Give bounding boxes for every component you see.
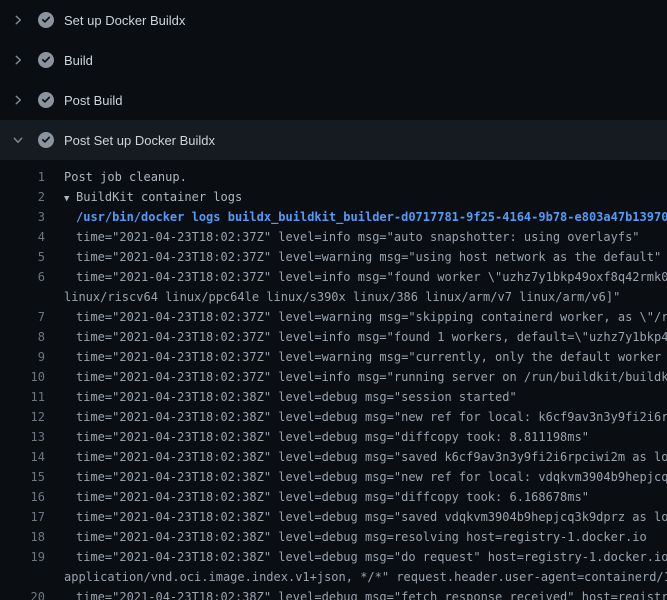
log-line: 16time="2021-04-23T18:02:38Z" level=debu… [0,487,667,507]
log-command-text: /usr/bin/docker logs buildx_buildkit_bui… [45,207,667,227]
line-number[interactable]: 8 [0,327,45,347]
log-text: time="2021-04-23T18:02:37Z" level=info m… [45,367,667,387]
log-line: 19time="2021-04-23T18:02:38Z" level=debu… [0,547,667,567]
check-circle-icon [38,52,54,68]
line-number[interactable]: 3 [0,207,45,227]
log-text: time="2021-04-23T18:02:37Z" level=info m… [45,267,667,287]
log-line: 6time="2021-04-23T18:02:37Z" level=info … [0,267,667,287]
log-text: time="2021-04-23T18:02:38Z" level=debug … [45,587,667,600]
log-line: 12time="2021-04-23T18:02:38Z" level=debu… [0,407,667,427]
log-line: 8time="2021-04-23T18:02:37Z" level=info … [0,327,667,347]
step-label: Post Build [64,93,123,108]
line-number[interactable]: 2 [0,187,45,207]
log-line: 1Post job cleanup. [0,167,667,187]
log-text: time="2021-04-23T18:02:38Z" level=debug … [45,427,589,447]
log-line: 14time="2021-04-23T18:02:38Z" level=debu… [0,447,667,467]
line-number[interactable]: 15 [0,467,45,487]
actions-log-viewer: Set up Docker Buildx Build Post Build Post … [0,0,667,600]
log-line: 18time="2021-04-23T18:02:38Z" level=debu… [0,527,667,547]
line-number[interactable]: 1 [0,167,45,187]
log-group-header[interactable]: ▼BuildKit container logs [45,187,242,207]
line-number[interactable]: 9 [0,347,45,367]
line-number [0,567,45,587]
log-line: 11time="2021-04-23T18:02:38Z" level=debu… [0,387,667,407]
log-text: application/vnd.oci.image.index.v1+json,… [45,567,667,587]
check-circle-icon [38,12,54,28]
log-line: 15time="2021-04-23T18:02:38Z" level=debu… [0,467,667,487]
log-text: time="2021-04-23T18:02:37Z" level=warnin… [45,247,661,267]
chevron-right-icon[interactable] [12,54,24,66]
step-label: Post Set up Docker Buildx [64,133,215,148]
step-header-post-set-up-docker-buildx[interactable]: Post Set up Docker Buildx [0,120,667,160]
log-text: time="2021-04-23T18:02:38Z" level=debug … [45,407,667,427]
log-text: time="2021-04-23T18:02:37Z" level=warnin… [45,347,667,367]
log-line: 3/usr/bin/docker logs buildx_buildkit_bu… [0,207,667,227]
line-number[interactable]: 7 [0,307,45,327]
log-text: time="2021-04-23T18:02:37Z" level=info m… [45,327,667,347]
log-line: 4time="2021-04-23T18:02:37Z" level=info … [0,227,667,247]
line-number[interactable]: 16 [0,487,45,507]
log-text: Post job cleanup. [45,167,187,187]
check-circle-icon [38,92,54,108]
log-line: 10time="2021-04-23T18:02:37Z" level=info… [0,367,667,387]
line-number[interactable]: 6 [0,267,45,287]
line-number[interactable]: 5 [0,247,45,267]
line-number [0,287,45,307]
log-text: time="2021-04-23T18:02:38Z" level=debug … [45,467,667,487]
log-line: 5time="2021-04-23T18:02:37Z" level=warni… [0,247,667,267]
chevron-right-icon[interactable] [12,14,24,26]
log-text: time="2021-04-23T18:02:37Z" level=warnin… [45,307,667,327]
step-label: Set up Docker Buildx [64,13,185,28]
log-text: time="2021-04-23T18:02:37Z" level=info m… [45,227,640,247]
log-line: 2▼BuildKit container logs [0,187,667,207]
chevron-down-icon[interactable] [12,134,24,146]
log-line-continuation: application/vnd.oci.image.index.v1+json,… [0,567,667,587]
step-label: Build [64,53,93,68]
log-text: time="2021-04-23T18:02:38Z" level=debug … [45,507,667,527]
log-text: linux/riscv64 linux/ppc64le linux/s390x … [45,287,620,307]
line-number[interactable]: 18 [0,527,45,547]
line-number[interactable]: 14 [0,447,45,467]
log-line: 9time="2021-04-23T18:02:37Z" level=warni… [0,347,667,367]
log-group-title: BuildKit container logs [76,190,242,204]
group-collapse-triangle-icon[interactable]: ▼ [64,189,76,209]
log-line-continuation: linux/riscv64 linux/ppc64le linux/s390x … [0,287,667,307]
step-header-set-up-docker-buildx[interactable]: Set up Docker Buildx [0,0,667,40]
step-list: Set up Docker Buildx Build Post Build Post … [0,0,667,160]
line-number[interactable]: 17 [0,507,45,527]
log-line: 20time="2021-04-23T18:02:38Z" level=debu… [0,587,667,600]
line-number[interactable]: 20 [0,587,45,600]
log-text: time="2021-04-23T18:02:38Z" level=debug … [45,487,589,507]
log-text: time="2021-04-23T18:02:38Z" level=debug … [45,527,647,547]
line-number[interactable]: 10 [0,367,45,387]
step-header-build[interactable]: Build [0,40,667,80]
log-output: 1Post job cleanup.2▼BuildKit container l… [0,160,667,600]
line-number[interactable]: 12 [0,407,45,427]
chevron-right-icon[interactable] [12,94,24,106]
line-number[interactable]: 11 [0,387,45,407]
log-line: 17time="2021-04-23T18:02:38Z" level=debu… [0,507,667,527]
step-header-post-build[interactable]: Post Build [0,80,667,120]
line-number[interactable]: 13 [0,427,45,447]
log-line: 7time="2021-04-23T18:02:37Z" level=warni… [0,307,667,327]
log-line: 13time="2021-04-23T18:02:38Z" level=debu… [0,427,667,447]
line-number[interactable]: 4 [0,227,45,247]
line-number[interactable]: 19 [0,547,45,567]
log-text: time="2021-04-23T18:02:38Z" level=debug … [45,447,667,467]
log-text: time="2021-04-23T18:02:38Z" level=debug … [45,387,517,407]
log-text: time="2021-04-23T18:02:38Z" level=debug … [45,547,667,567]
check-circle-icon [38,132,54,148]
